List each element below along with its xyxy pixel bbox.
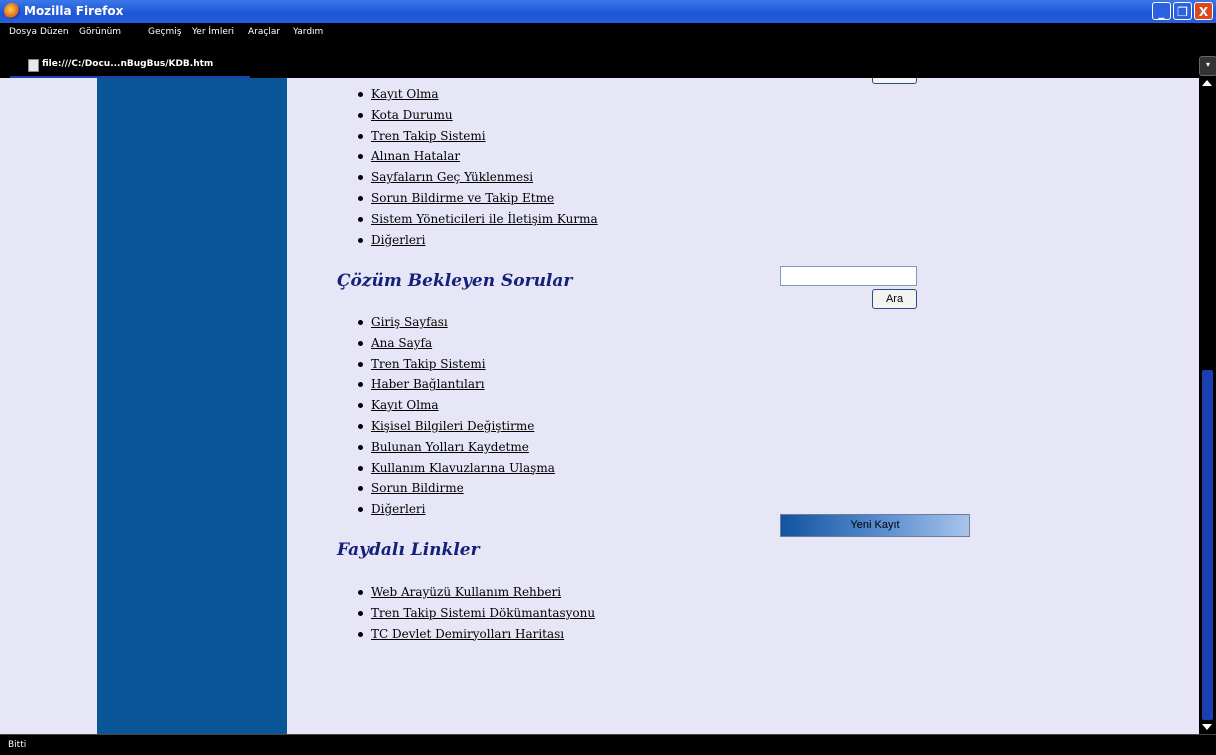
menu-bar: Dosya Düzen Görünüm Geçmiş Yer İmleri Ar…	[0, 23, 1216, 44]
tab-kdb[interactable]: file:///C:/Docu...nBugBus/KDB.htm	[10, 56, 250, 79]
status-text: Bitti	[8, 740, 27, 750]
link-sistem-yoneticileri[interactable]: Sistem Yöneticileri ile İletişim Kurma	[371, 212, 598, 226]
link-digerleri[interactable]: Diğerleri	[371, 233, 426, 247]
scroll-down-icon[interactable]	[1202, 724, 1212, 730]
list-item: Sayfaların Geç Yüklenmesi	[358, 167, 598, 188]
link-haber-baglantilari[interactable]: Haber Bağlantıları	[371, 377, 485, 391]
tab-list-button[interactable]: ▾	[1199, 56, 1216, 76]
close-button[interactable]: X	[1194, 2, 1213, 20]
link-web-arayuzu-rehberi[interactable]: Web Arayüzü Kullanım Rehberi	[371, 585, 561, 599]
link-sayfalarin-gec-yuklenmesi[interactable]: Sayfaların Geç Yüklenmesi	[371, 170, 533, 184]
link-bulunan-yollari[interactable]: Bulunan Yolları Kaydetme	[371, 440, 529, 454]
menu-duzen[interactable]: Düzen	[40, 27, 69, 37]
document-icon	[28, 59, 39, 72]
link-kota-durumu[interactable]: Kota Durumu	[371, 108, 453, 122]
page-viewport: Kayıt Olma Kota Durumu Tren Takip Sistem…	[0, 78, 1199, 734]
list-item: Kullanım Klavuzlarına Ulaşma	[358, 458, 555, 479]
menu-gorunum[interactable]: Görünüm	[79, 27, 121, 37]
list-item: Tren Takip Sistemi Dökümantasyonu	[358, 603, 595, 624]
scroll-up-icon[interactable]	[1202, 80, 1212, 86]
heading-faydali-linkler: Faydalı Linkler	[337, 540, 480, 560]
firefox-logo-icon	[4, 3, 20, 19]
maximize-button[interactable]: ❐	[1173, 2, 1192, 20]
search-input[interactable]	[780, 266, 917, 286]
list-item: Diğerleri	[358, 230, 598, 251]
partial-button-top[interactable]	[872, 78, 917, 84]
menu-yer-imleri[interactable]: Yer İmleri	[192, 27, 234, 37]
link-alinan-hatalar[interactable]: Alınan Hatalar	[371, 149, 460, 163]
link-kayit-olma[interactable]: Kayıt Olma	[371, 398, 439, 412]
link-sorun-bildirme-takip[interactable]: Sorun Bildirme ve Takip Etme	[371, 191, 554, 205]
link-tren-takip-dokumantasyon[interactable]: Tren Takip Sistemi Dökümantasyonu	[371, 606, 595, 620]
new-record-button[interactable]: Yeni Kayıt	[780, 514, 970, 537]
list-item: Kayıt Olma	[358, 84, 598, 105]
list-item: Giriş Sayfası	[358, 312, 555, 333]
list-item: Bulunan Yolları Kaydetme	[358, 437, 555, 458]
list-item: Haber Bağlantıları	[358, 374, 555, 395]
list-item: Diğerleri	[358, 499, 555, 520]
list-item: Sorun Bildirme	[358, 478, 555, 499]
list-item: Kayıt Olma	[358, 395, 555, 416]
list-pending-questions: Giriş Sayfası Ana Sayfa Tren Takip Siste…	[358, 312, 555, 520]
list-item: Sorun Bildirme ve Takip Etme	[358, 188, 598, 209]
minimize-button[interactable]: _	[1152, 2, 1171, 20]
tab-bar: file:///C:/Docu...nBugBus/KDB.htm ▾	[0, 44, 1216, 79]
link-sorun-bildirme[interactable]: Sorun Bildirme	[371, 481, 464, 495]
list-item: Sistem Yöneticileri ile İletişim Kurma	[358, 209, 598, 230]
link-tren-takip-sistemi[interactable]: Tren Takip Sistemi	[371, 357, 486, 371]
left-sidebar	[97, 78, 287, 734]
link-ana-sayfa[interactable]: Ana Sayfa	[371, 336, 432, 350]
list-item: Kişisel Bilgileri Değiştirme	[358, 416, 555, 437]
list-item: Web Arayüzü Kullanım Rehberi	[358, 582, 595, 603]
link-giris-sayfasi[interactable]: Giriş Sayfası	[371, 315, 448, 329]
link-kullanim-klavuzlari[interactable]: Kullanım Klavuzlarına Ulaşma	[371, 461, 555, 475]
link-kisisel-bilgiler[interactable]: Kişisel Bilgileri Değiştirme	[371, 419, 534, 433]
link-digerleri[interactable]: Diğerleri	[371, 502, 426, 516]
scrollbar-thumb[interactable]	[1202, 370, 1213, 720]
menu-araclar[interactable]: Araçlar	[248, 27, 280, 37]
list-item: Ana Sayfa	[358, 333, 555, 354]
link-tcdd-haritasi[interactable]: TC Devlet Demiryolları Haritası	[371, 627, 564, 641]
link-kayit-olma[interactable]: Kayıt Olma	[371, 87, 439, 101]
tab-label: file:///C:/Docu...nBugBus/KDB.htm	[42, 59, 214, 69]
list-item: Alınan Hatalar	[358, 146, 598, 167]
link-tren-takip-sistemi[interactable]: Tren Takip Sistemi	[371, 129, 486, 143]
heading-cozum-bekleyen-sorular: Çözüm Bekleyen Sorular	[337, 271, 573, 291]
menu-dosya[interactable]: Dosya	[9, 27, 37, 37]
vertical-scrollbar[interactable]	[1199, 78, 1216, 734]
list-item: Tren Takip Sistemi	[358, 126, 598, 147]
list-common-issues: Kayıt Olma Kota Durumu Tren Takip Sistem…	[358, 84, 598, 250]
search-button[interactable]: Ara	[872, 289, 917, 309]
status-bar: Bitti	[0, 734, 1216, 755]
title-bar: Mozilla Firefox _ ❐ X	[0, 0, 1216, 23]
list-useful-links: Web Arayüzü Kullanım Rehberi Tren Takip …	[358, 582, 595, 644]
window-title: Mozilla Firefox	[24, 4, 124, 18]
menu-yardim[interactable]: Yardım	[293, 27, 323, 37]
menu-gecmis[interactable]: Geçmiş	[148, 27, 181, 37]
list-item: TC Devlet Demiryolları Haritası	[358, 624, 595, 645]
list-item: Kota Durumu	[358, 105, 598, 126]
list-item: Tren Takip Sistemi	[358, 354, 555, 375]
